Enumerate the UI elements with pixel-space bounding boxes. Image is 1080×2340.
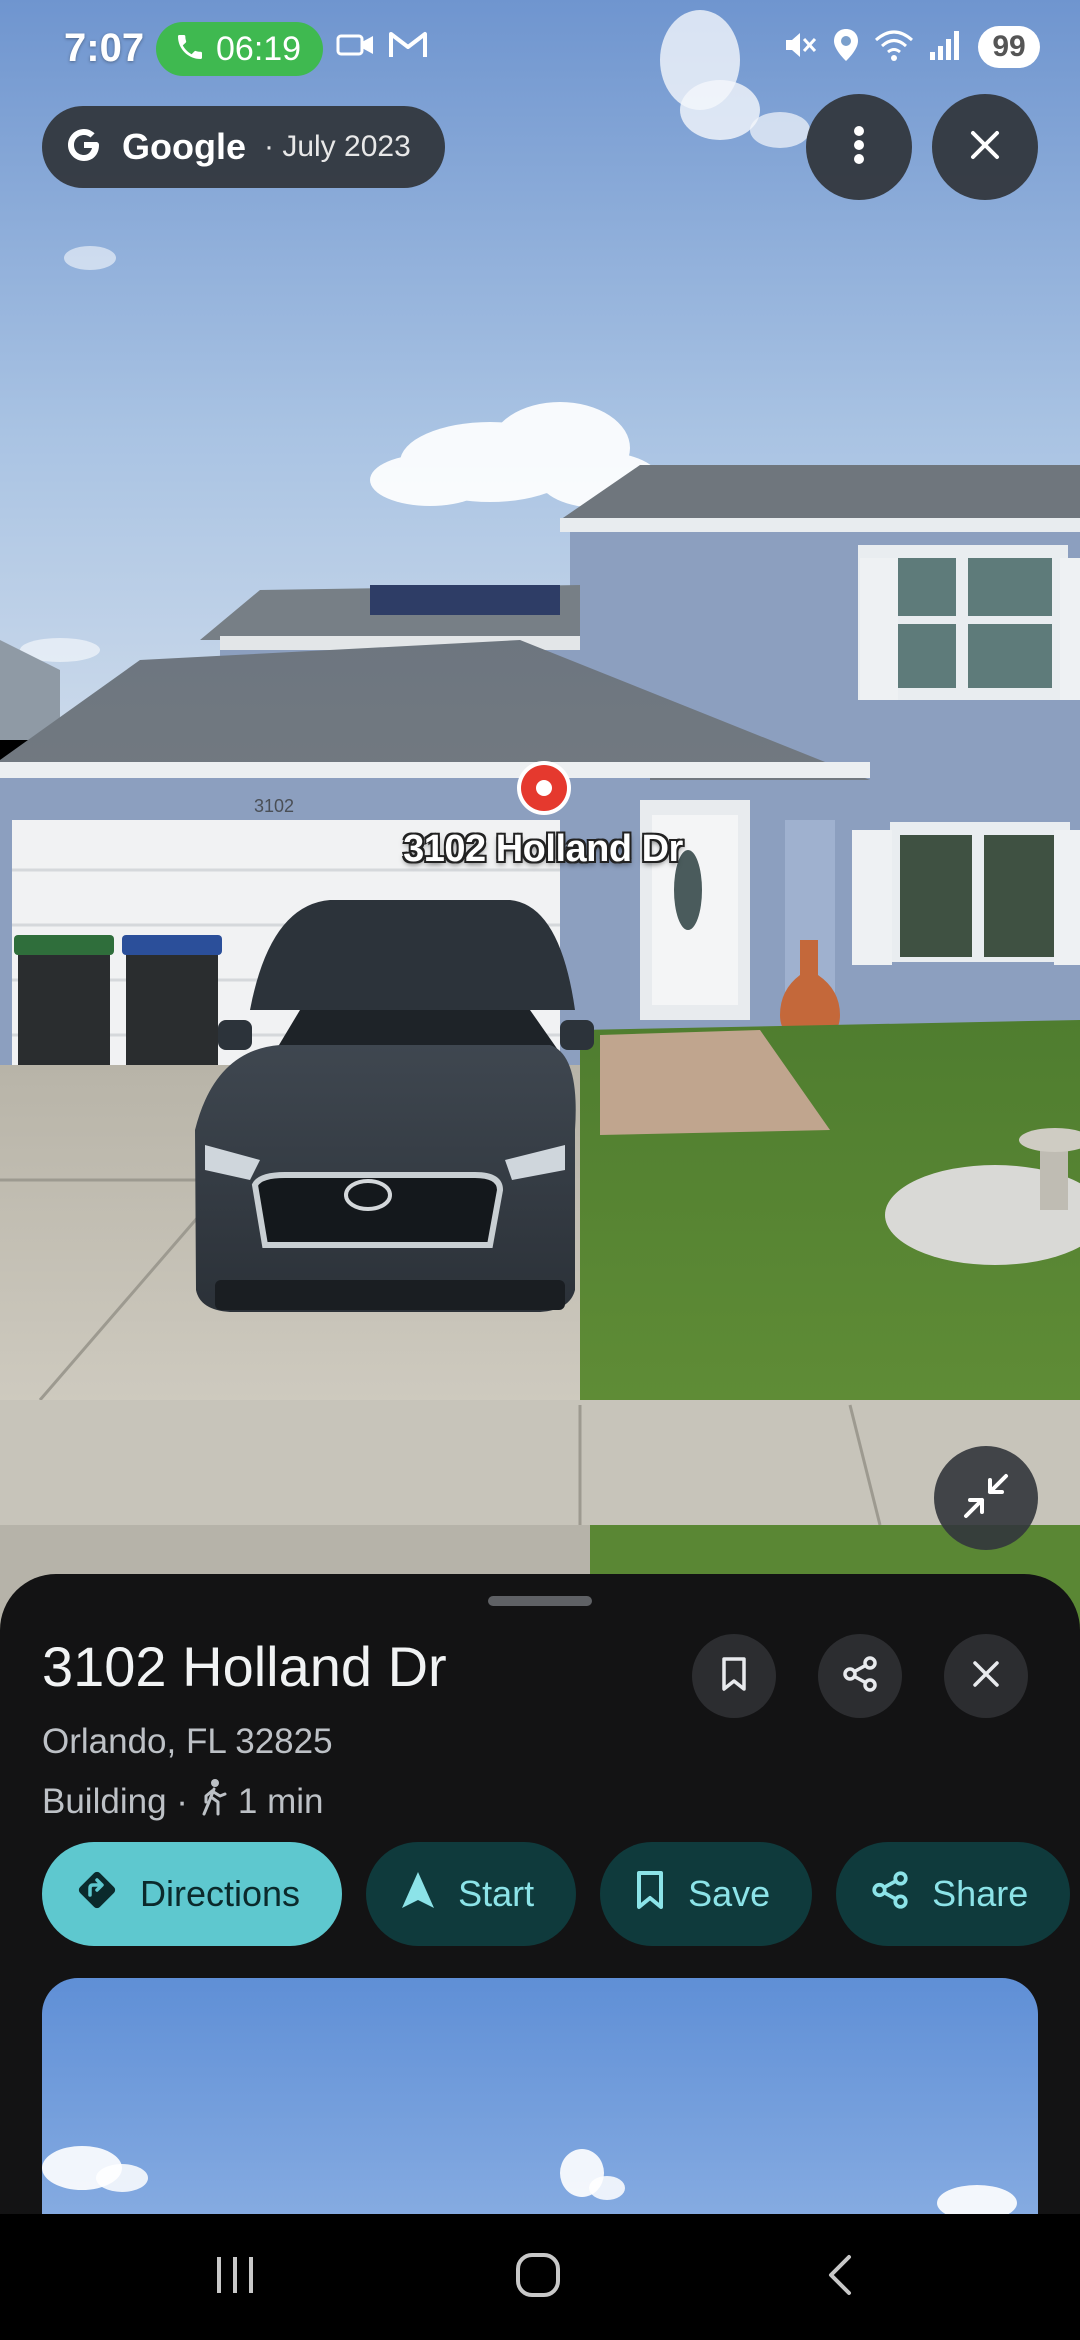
place-details-sheet[interactable]: 3102 Holland Dr Orlando, FL 32825 Buildi… xyxy=(0,1574,1080,2214)
status-bar: 7:07 06:19 99 xyxy=(0,0,1080,100)
walking-icon xyxy=(198,1778,228,1825)
preview-image xyxy=(42,1978,1038,2214)
close-icon xyxy=(969,129,1001,166)
ongoing-call-pill[interactable]: 06:19 xyxy=(156,22,324,76)
street-view-image: 3102 xyxy=(0,0,1080,1640)
save-place-button[interactable] xyxy=(692,1634,776,1718)
save-label: Save xyxy=(688,1873,771,1914)
close-sheet-button[interactable] xyxy=(944,1634,1028,1718)
system-navigation-bar xyxy=(0,2214,1080,2340)
recents-icon xyxy=(213,2255,257,2300)
start-label: Start xyxy=(458,1873,535,1914)
phone-icon xyxy=(174,31,206,68)
save-button[interactable]: Save xyxy=(600,1842,813,1946)
video-icon xyxy=(336,30,376,65)
mute-icon xyxy=(782,27,818,68)
bookmark-icon xyxy=(719,1656,749,1697)
walk-time: 1 min xyxy=(237,1781,324,1821)
battery-indicator: 99 xyxy=(978,26,1040,68)
close-icon xyxy=(971,1659,1001,1694)
bookmark-icon xyxy=(634,1870,666,1919)
place-category: Building · xyxy=(42,1781,188,1821)
close-street-view-button[interactable] xyxy=(932,94,1038,200)
signal-icon xyxy=(928,28,964,67)
back-icon xyxy=(825,2253,855,2302)
more-options-button[interactable] xyxy=(806,94,912,200)
place-marker-icon[interactable] xyxy=(514,758,574,818)
directions-icon xyxy=(76,1869,118,1920)
share-icon xyxy=(870,1870,910,1919)
home-button[interactable] xyxy=(503,2242,573,2312)
back-button[interactable] xyxy=(805,2242,875,2312)
more-vert-icon xyxy=(853,125,865,170)
share-label: Share xyxy=(932,1873,1029,1914)
imagery-source-chip[interactable]: Google · July 2023 xyxy=(42,106,445,188)
action-chips-row: Directions Start Save Share xyxy=(42,1842,1071,1946)
share-place-button[interactable] xyxy=(818,1634,902,1718)
gmail-icon xyxy=(388,30,428,65)
status-time: 7:07 xyxy=(64,26,145,70)
call-timer: 06:19 xyxy=(216,29,302,68)
collapse-arrows-icon xyxy=(960,1470,1012,1527)
place-label: 3102 Holland Dr xyxy=(403,828,683,870)
street-view-panorama[interactable]: 3102 3102 Holland Dr xyxy=(0,0,1080,1640)
place-address: Orlando, FL 32825 xyxy=(42,1722,333,1761)
share-button[interactable]: Share xyxy=(836,1842,1071,1946)
home-icon xyxy=(514,2251,562,2304)
place-meta: Building · 1 min xyxy=(42,1778,324,1825)
house-number: 3102 xyxy=(254,796,294,816)
start-navigation-button[interactable]: Start xyxy=(366,1842,577,1946)
directions-label: Directions xyxy=(140,1873,301,1914)
wifi-icon xyxy=(874,28,914,67)
directions-button[interactable]: Directions xyxy=(42,1842,343,1946)
navigation-arrow-icon xyxy=(400,1870,436,1919)
street-view-preview-thumbnail[interactable] xyxy=(42,1978,1038,2214)
place-title: 3102 Holland Dr xyxy=(42,1635,447,1698)
sheet-drag-handle[interactable] xyxy=(488,1596,592,1606)
recent-apps-button[interactable] xyxy=(200,2242,270,2312)
share-icon xyxy=(841,1655,879,1698)
google-g-icon xyxy=(64,125,104,170)
location-icon xyxy=(832,27,860,68)
capture-date: · July 2023 xyxy=(264,130,411,163)
exit-fullscreen-button[interactable] xyxy=(934,1446,1038,1550)
source-brand: Google xyxy=(122,126,246,167)
